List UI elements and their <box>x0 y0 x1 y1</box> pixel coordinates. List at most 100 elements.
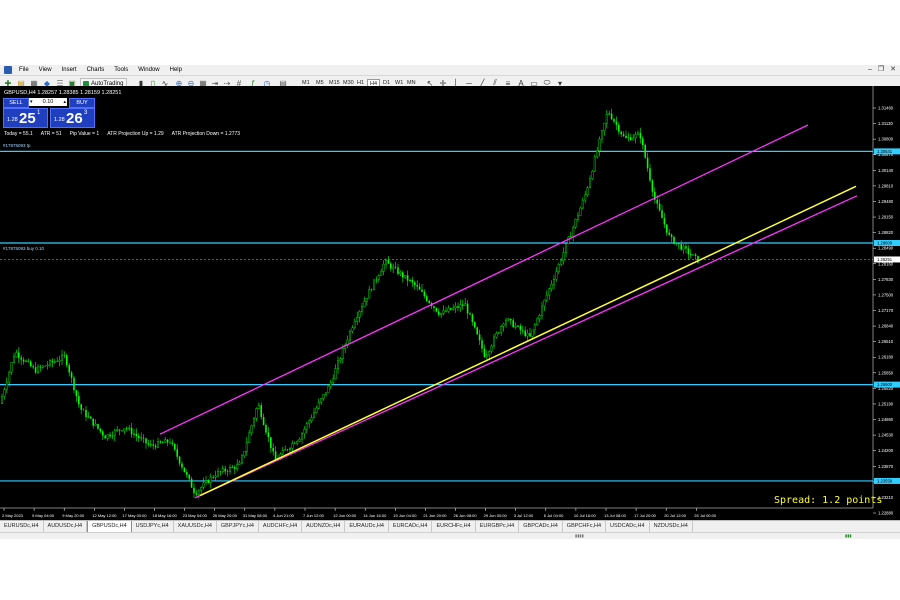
stat-today: Today = 55.1 <box>4 131 33 137</box>
time-tick-label: 4 Jun 21:00 <box>273 513 295 518</box>
candle-body <box>63 355 66 356</box>
candle-body <box>90 416 92 419</box>
candle-body <box>248 432 251 443</box>
lot-down-icon[interactable]: ▾ <box>30 98 33 106</box>
candle-body <box>536 318 539 326</box>
candle-body <box>70 372 73 378</box>
candle-body <box>51 360 54 363</box>
price-chart[interactable]: 1.31460 1.31130 1.30800 1.30470 1.30140 1.298… <box>0 86 900 520</box>
candle-body <box>289 448 292 450</box>
candle-body <box>392 266 395 269</box>
candle-body <box>610 113 613 120</box>
menu-insert[interactable]: Insert <box>57 65 82 75</box>
lot-up-icon[interactable]: ▴ <box>63 98 66 106</box>
candle-body <box>204 480 207 484</box>
candle-body <box>464 303 467 306</box>
candle-body <box>109 434 111 437</box>
menu-tools[interactable]: Tools <box>109 65 133 75</box>
candle-body <box>156 441 159 448</box>
candle-body <box>138 435 140 438</box>
menu-view[interactable]: View <box>34 65 57 75</box>
price-tick-label: 1.29150 <box>878 215 894 220</box>
candle-body <box>519 325 522 331</box>
close-icon[interactable]: ✕ <box>890 65 896 75</box>
menu-window[interactable]: Window <box>133 65 164 75</box>
candle-body <box>226 471 229 472</box>
candle-body <box>481 340 483 349</box>
candle-body <box>531 329 534 337</box>
candle-body <box>476 327 478 335</box>
candle-body <box>197 490 200 495</box>
candle-body <box>399 272 402 275</box>
restore-icon[interactable]: ❐ <box>878 65 884 75</box>
menu-help[interactable]: Help <box>165 65 187 75</box>
time-tick-label: 18 May 16:00 <box>153 513 178 518</box>
candle-body <box>365 298 368 302</box>
candle-body <box>426 296 428 301</box>
time-tick-label: 17 Jul 20:00 <box>634 513 657 518</box>
candle-body <box>649 168 651 181</box>
price-tick-label: 1.29810 <box>878 183 894 188</box>
time-tick-label: 26 May 20:00 <box>213 513 238 518</box>
buy-price-box[interactable]: 1.28 26 3 <box>50 108 95 128</box>
candle-body <box>123 428 126 432</box>
candle-body <box>238 462 241 465</box>
candle-body <box>118 429 121 431</box>
price-tick-label: 1.26840 <box>878 324 894 329</box>
candle-body <box>651 180 654 192</box>
candle-body <box>262 416 265 425</box>
chart-canvas[interactable]: 1.314601.311301.308001.304701.301401.298… <box>0 86 900 520</box>
candle-body <box>68 365 70 373</box>
candle-body <box>126 428 128 430</box>
candle-body <box>257 405 260 409</box>
indicator-stats: Today = 55.1 ATR = 51 Pip Value = 1 ATR … <box>4 131 240 137</box>
candle-body <box>565 243 568 253</box>
candle-body <box>637 132 640 135</box>
candle-body <box>668 232 670 235</box>
candle-body <box>584 194 587 201</box>
candle-body <box>18 352 20 358</box>
status-segment: ▮▮▮▮ <box>575 533 584 538</box>
menu-charts[interactable]: Charts <box>82 65 110 75</box>
candle-body <box>685 246 687 249</box>
candle-body <box>605 114 608 124</box>
menu-file[interactable]: File <box>14 65 34 75</box>
candle-body <box>433 306 435 308</box>
price-tick-label: 1.22880 <box>878 511 894 516</box>
candle-body <box>116 429 119 431</box>
price-tick-label: 1.23870 <box>878 464 894 469</box>
price-tick-label: 1.30140 <box>878 168 894 173</box>
candle-body <box>656 199 658 204</box>
candle-body <box>176 449 178 457</box>
candle-body <box>135 433 138 436</box>
candle-body <box>418 286 421 290</box>
candle-body <box>589 178 592 188</box>
sell-price-pip: 1 <box>37 110 41 116</box>
candle-body <box>3 389 6 397</box>
candle-body <box>574 218 577 228</box>
lot-size-field[interactable]: ▾ 0.10 ▴ <box>29 98 67 106</box>
sell-price-box[interactable]: 1.28 25 1 <box>3 108 48 128</box>
candle-body <box>548 288 551 296</box>
candle-body <box>618 124 620 132</box>
candle-body <box>553 279 556 285</box>
candle-body <box>145 438 147 444</box>
candle-body <box>37 366 40 373</box>
candle-body <box>493 336 496 347</box>
minimize-icon[interactable]: – <box>868 65 872 75</box>
time-tick-label: 12 Jun 00:00 <box>333 513 357 518</box>
candle-body <box>171 442 174 444</box>
candle-body <box>353 321 356 328</box>
candle-body <box>591 170 594 179</box>
candle-body <box>301 433 304 440</box>
candle-body <box>166 439 169 443</box>
candle-body <box>267 432 270 438</box>
sell-button[interactable]: SELL <box>3 98 29 108</box>
candle-body <box>8 371 11 383</box>
time-tick-label: 2 May 2023 <box>2 513 24 518</box>
buy-button[interactable]: BUY <box>69 98 95 108</box>
candle-body <box>447 308 450 312</box>
app-icon[interactable] <box>4 66 12 74</box>
candle-body <box>541 305 544 316</box>
trend-line <box>199 185 857 497</box>
